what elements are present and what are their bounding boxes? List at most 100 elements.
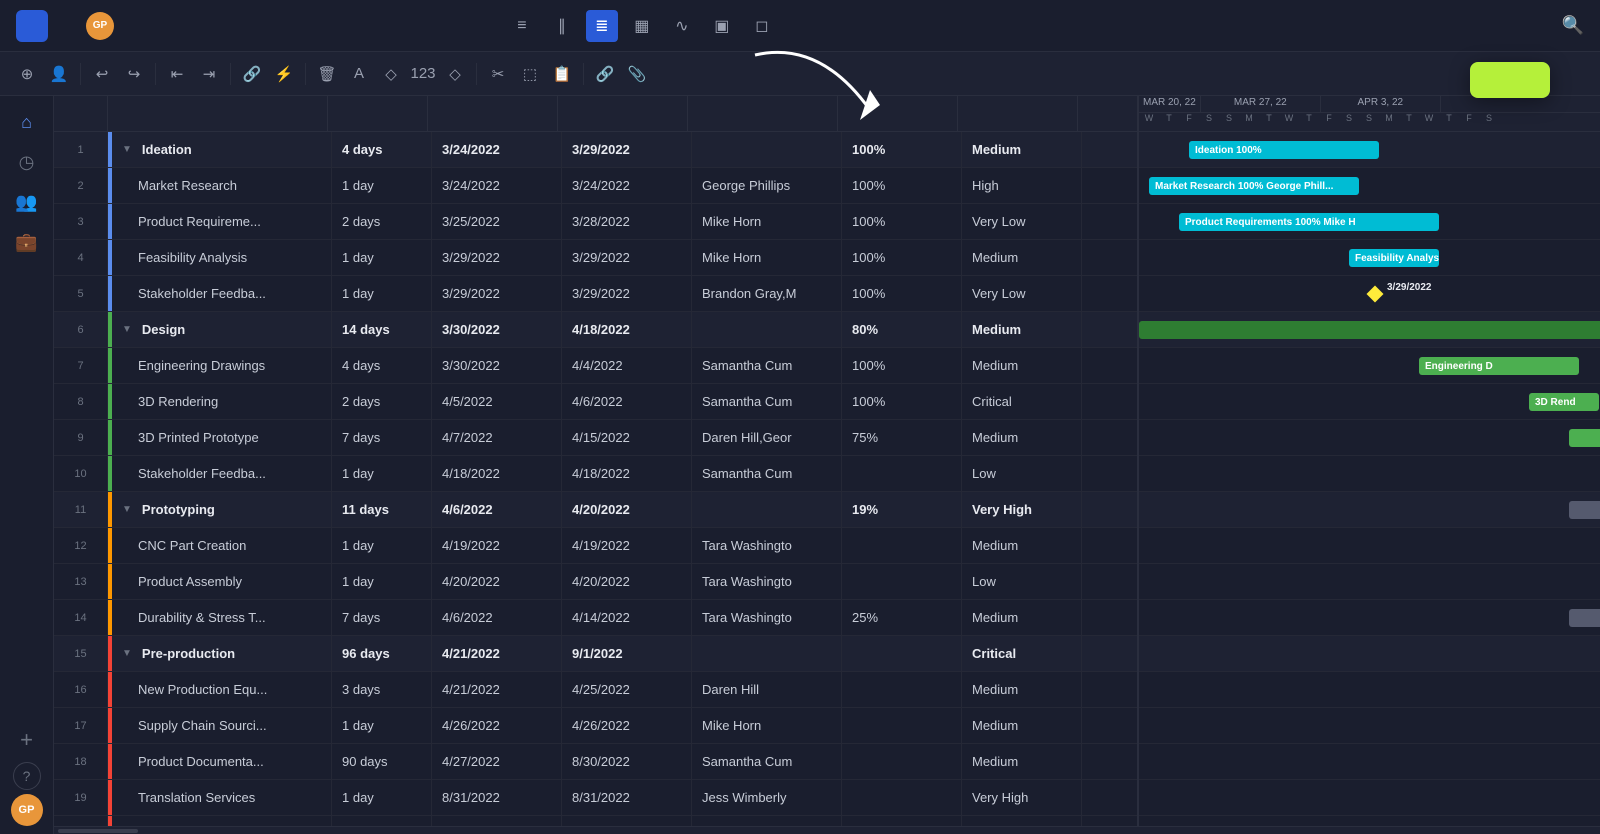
doc-view-btn[interactable]: ◻ (746, 10, 778, 42)
gantt-row[interactable] (1139, 168, 1600, 204)
table-row[interactable]: 19Translation Services1 day8/31/20228/31… (54, 780, 1137, 816)
cell-task-name[interactable]: 3D Printed Prototype (112, 420, 332, 455)
table-row[interactable]: 4Feasibility Analysis1 day3/29/20223/29/… (54, 240, 1137, 276)
cell-task-name[interactable]: CNC Part Creation (112, 528, 332, 563)
cell-task-name[interactable]: Product Assembly (112, 564, 332, 599)
table-row[interactable]: 5Stakeholder Feedba...1 day3/29/20223/29… (54, 276, 1137, 312)
cell-task-name[interactable]: 3D Rendering (112, 384, 332, 419)
shape-btn[interactable]: ◇ (440, 59, 470, 89)
gantt-row[interactable] (1139, 456, 1600, 492)
gantt-row[interactable] (1139, 240, 1600, 276)
font-btn[interactable]: A (344, 59, 374, 89)
gantt-row[interactable] (1139, 420, 1600, 456)
search-icon[interactable]: 🔍 (1562, 15, 1584, 36)
cell-task-name[interactable]: Feasibility Analysis (112, 240, 332, 275)
fill-btn[interactable]: ◇ (376, 59, 406, 89)
paste-btn[interactable]: 📋 (547, 59, 577, 89)
table-row[interactable]: 93D Printed Prototype7 days4/7/20224/15/… (54, 420, 1137, 456)
cell-task-name[interactable]: Supply Chain Sourci... (112, 708, 332, 743)
sidebar-icon-clock[interactable]: ◷ (9, 144, 45, 180)
table-row[interactable]: 17Supply Chain Sourci...1 day4/26/20224/… (54, 708, 1137, 744)
cell-task-name[interactable]: Durability & Stress T... (112, 600, 332, 635)
cell-task-name[interactable]: Engineering Drawings (112, 348, 332, 383)
gantt-view-btn[interactable]: ≣ (586, 10, 618, 42)
cell-task-name[interactable]: Stakeholder Feedba... (112, 276, 332, 311)
expand-icon[interactable]: ▼ (122, 648, 132, 659)
outdent-btn[interactable]: ⇤ (162, 59, 192, 89)
horizontal-scrollbar[interactable] (54, 826, 1600, 834)
cell-task-name[interactable]: ▼Design (112, 312, 332, 347)
redo-btn[interactable]: ↪ (119, 59, 149, 89)
expand-icon[interactable]: ▼ (122, 324, 132, 335)
cell-task-name[interactable]: ▼Prototyping (112, 492, 332, 527)
cell-task-name[interactable]: Product Requireme... (112, 204, 332, 239)
gantt-row[interactable] (1139, 672, 1600, 708)
cell-task-name[interactable]: ▼Ideation (112, 132, 332, 167)
table-row[interactable]: 14Durability & Stress T...7 days4/6/2022… (54, 600, 1137, 636)
number-btn[interactable]: 123 (408, 59, 438, 89)
avatar-g[interactable]: GP (86, 12, 114, 40)
gantt-row[interactable] (1139, 780, 1600, 816)
sidebar-icon-help[interactable]: ? (13, 762, 41, 790)
gantt-row[interactable] (1139, 816, 1600, 826)
table-row[interactable]: 7Engineering Drawings4 days3/30/20224/4/… (54, 348, 1137, 384)
sidebar-icon-add[interactable]: + (9, 722, 45, 758)
gantt-row[interactable] (1139, 348, 1600, 384)
cta-banner[interactable] (1470, 62, 1550, 98)
list-view-btn[interactable]: ≡ (506, 10, 538, 42)
table-row[interactable]: 83D Rendering2 days4/5/20224/6/2022Saman… (54, 384, 1137, 420)
table-row[interactable]: 11▼Prototyping11 days4/6/20224/20/202219… (54, 492, 1137, 528)
table-row[interactable]: 3Product Requireme...2 days3/25/20223/28… (54, 204, 1137, 240)
gantt-row[interactable] (1139, 384, 1600, 420)
link-btn[interactable]: 🔗 (237, 59, 267, 89)
columns-view-btn[interactable]: ∥ (546, 10, 578, 42)
add-person-btn[interactable]: 👤 (44, 59, 74, 89)
table-row[interactable]: 10Stakeholder Feedba...1 day4/18/20224/1… (54, 456, 1137, 492)
delete-btn[interactable]: 🗑 (312, 59, 342, 89)
cell-task-name[interactable]: Stakeholder Feedba... (112, 456, 332, 491)
gantt-row[interactable] (1139, 564, 1600, 600)
table-row[interactable]: 20Production Operato...1 day9/1/20229/1/… (54, 816, 1137, 826)
table-row[interactable]: 1▼Ideation4 days3/24/20223/29/2022100%Me… (54, 132, 1137, 168)
user-avatar[interactable]: GP (11, 794, 43, 826)
table-row[interactable]: 2Market Research1 day3/24/20223/24/2022G… (54, 168, 1137, 204)
gantt-row[interactable] (1139, 528, 1600, 564)
gantt-row[interactable] (1139, 132, 1600, 168)
gantt-row[interactable] (1139, 312, 1600, 348)
attach-btn[interactable]: 📎 (622, 59, 652, 89)
table-row[interactable]: 12CNC Part Creation1 day4/19/20224/19/20… (54, 528, 1137, 564)
sidebar-icon-people[interactable]: 👥 (9, 184, 45, 220)
gantt-row[interactable] (1139, 600, 1600, 636)
scrollbar-thumb[interactable] (58, 829, 138, 833)
table-row[interactable]: 18Product Documenta...90 days4/27/20228/… (54, 744, 1137, 780)
unlink-btn[interactable]: ⚡ (269, 59, 299, 89)
copy-btn[interactable]: ⬚ (515, 59, 545, 89)
gantt-row[interactable] (1139, 276, 1600, 312)
app-logo[interactable] (16, 10, 48, 42)
sidebar-icon-work[interactable]: 💼 (9, 224, 45, 260)
cell-task-name[interactable]: Product Documenta... (112, 744, 332, 779)
link2-btn[interactable]: 🔗 (590, 59, 620, 89)
cut-btn[interactable]: ✂ (483, 59, 513, 89)
timeline-view-btn[interactable]: ∿ (666, 10, 698, 42)
sidebar-icon-home[interactable]: ⌂ (9, 104, 45, 140)
cell-task-name[interactable]: ▼Pre-production (112, 636, 332, 671)
table-view-btn[interactable]: ▦ (626, 10, 658, 42)
indent-btn[interactable]: ⇥ (194, 59, 224, 89)
add-btn[interactable]: ⊕ (12, 59, 42, 89)
undo-btn[interactable]: ↩ (87, 59, 117, 89)
cell-task-name[interactable]: Translation Services (112, 780, 332, 815)
table-row[interactable]: 13Product Assembly1 day4/20/20224/20/202… (54, 564, 1137, 600)
table-row[interactable]: 6▼Design14 days3/30/20224/18/202280%Medi… (54, 312, 1137, 348)
cell-task-name[interactable]: Production Operato... (112, 816, 332, 826)
table-row[interactable]: 16New Production Equ...3 days4/21/20224/… (54, 672, 1137, 708)
gantt-row[interactable] (1139, 708, 1600, 744)
gantt-row[interactable] (1139, 204, 1600, 240)
expand-icon[interactable]: ▼ (122, 144, 132, 155)
gantt-row[interactable] (1139, 744, 1600, 780)
table-row[interactable]: 15▼Pre-production96 days4/21/20229/1/202… (54, 636, 1137, 672)
gantt-row[interactable] (1139, 636, 1600, 672)
gantt-row[interactable] (1139, 492, 1600, 528)
calendar-view-btn[interactable]: ▣ (706, 10, 738, 42)
cell-task-name[interactable]: New Production Equ... (112, 672, 332, 707)
